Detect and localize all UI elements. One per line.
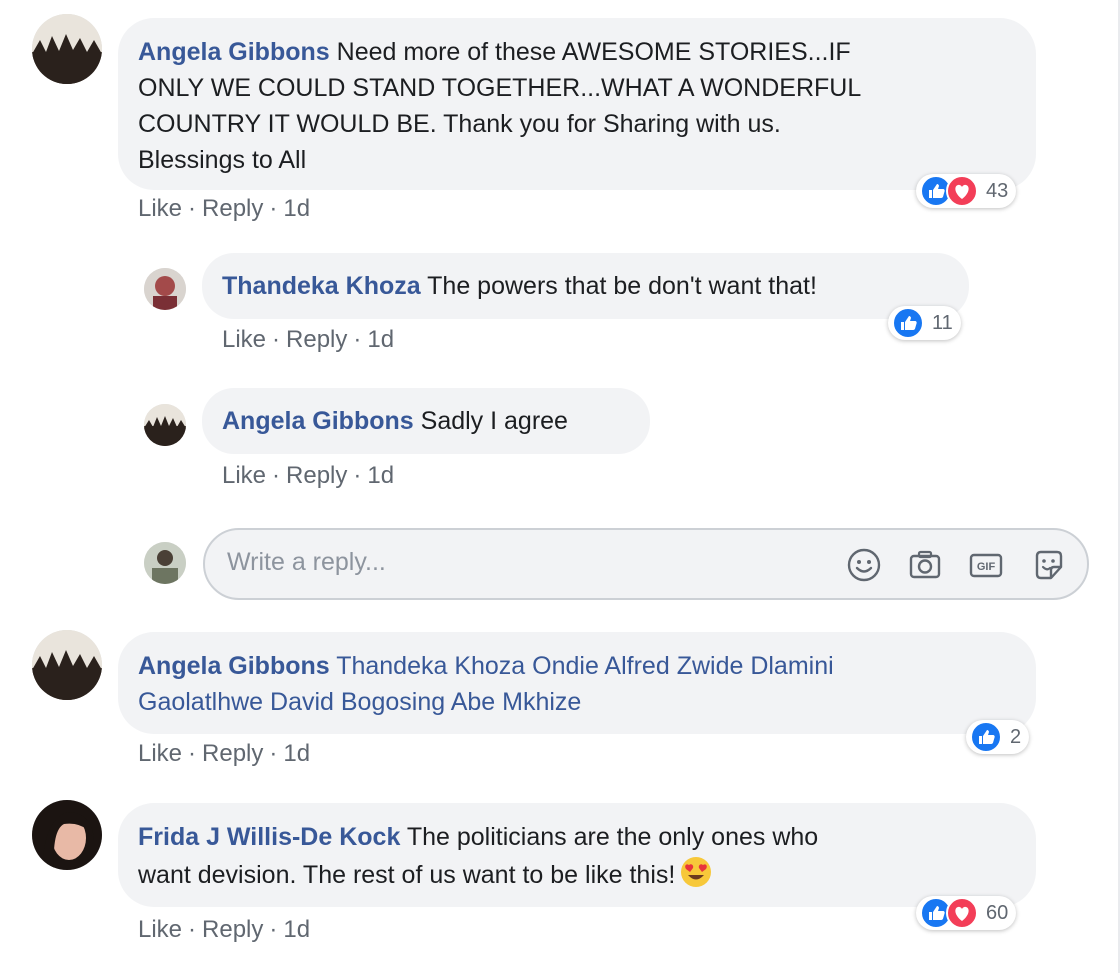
- separator: ·: [353, 326, 362, 353]
- like-link[interactable]: Like: [222, 462, 266, 489]
- reply-author[interactable]: Angela Gibbons: [222, 407, 414, 435]
- comment-text: Need more of these AWESOME STORIES...IF: [336, 38, 851, 66]
- comment-author[interactable]: Angela Gibbons: [138, 652, 330, 680]
- comment-text: ONLY WE COULD STAND TOGETHER...WHAT A WO…: [138, 74, 862, 102]
- reaction-count: 43: [986, 179, 1009, 202]
- reply-bubble: Thandeka Khoza The powers that be don't …: [202, 253, 969, 319]
- like-link[interactable]: Like: [138, 916, 182, 943]
- reply-actions: Like · Reply · 1d: [222, 462, 394, 490]
- reply-link[interactable]: Reply: [202, 195, 263, 222]
- separator: ·: [188, 916, 197, 943]
- separator: ·: [269, 740, 278, 767]
- like-link[interactable]: Like: [222, 326, 266, 353]
- timestamp[interactable]: 1d: [367, 462, 394, 489]
- reactions-summary[interactable]: 11: [888, 306, 961, 340]
- avatar[interactable]: [32, 800, 102, 870]
- like-reaction-icon: [970, 721, 1002, 753]
- separator: ·: [272, 462, 281, 489]
- comment-actions: Like · Reply · 1d: [138, 195, 310, 223]
- avatar-angela-image: [32, 14, 102, 84]
- reaction-count: 11: [932, 311, 953, 334]
- reply-input[interactable]: Write a reply... GIF: [203, 528, 1089, 600]
- reply-actions: Like · Reply · 1d: [222, 326, 394, 354]
- heart-eyes-emoji: [679, 855, 713, 889]
- timestamp[interactable]: 1d: [283, 195, 310, 222]
- reply-link[interactable]: Reply: [202, 916, 263, 943]
- comment-text: want devision. The rest of us want to be…: [138, 861, 676, 889]
- reply-link[interactable]: Reply: [286, 326, 347, 353]
- avatar[interactable]: [144, 268, 186, 310]
- emoji-icon[interactable]: [845, 546, 883, 584]
- avatar-angela-image: [144, 404, 186, 446]
- comment-bubble: Frida J Willis-De Kock The politicians a…: [118, 803, 1036, 907]
- camera-icon[interactable]: [906, 546, 944, 584]
- reply-link[interactable]: Reply: [286, 462, 347, 489]
- like-link[interactable]: Like: [138, 195, 182, 222]
- comment-text: Blessings to All: [138, 146, 307, 174]
- like-link[interactable]: Like: [138, 740, 182, 767]
- comment-bubble: Angela Gibbons Need more of these AWESOM…: [118, 18, 1036, 190]
- comment-actions: Like · Reply · 1d: [138, 740, 310, 768]
- reactions-summary[interactable]: 43: [916, 174, 1017, 208]
- separator: ·: [188, 740, 197, 767]
- comments-panel: Angela Gibbons Need more of these AWESOM…: [0, 0, 1120, 973]
- comment-actions: Like · Reply · 1d: [138, 916, 310, 944]
- avatar[interactable]: [144, 404, 186, 446]
- tagged-users[interactable]: Gaolatlhwe David Bogosing Abe Mkhize: [138, 684, 1016, 720]
- reactions-summary[interactable]: 60: [916, 896, 1017, 930]
- reactions-summary[interactable]: 2: [966, 720, 1030, 754]
- avatar[interactable]: [32, 14, 102, 84]
- separator: ·: [353, 462, 362, 489]
- avatar[interactable]: [32, 630, 102, 700]
- comment-text: COUNTRY IT WOULD BE. Thank you for Shari…: [138, 110, 781, 138]
- separator: ·: [269, 916, 278, 943]
- avatar-thandeka-image: [144, 268, 186, 310]
- reaction-count: 60: [986, 901, 1009, 924]
- avatar-current-user-image: [144, 542, 186, 584]
- svg-text:GIF: GIF: [977, 561, 996, 573]
- reply-input-placeholder: Write a reply...: [227, 548, 386, 576]
- comment-text: The politicians are the only ones who: [406, 823, 819, 851]
- tagged-users[interactable]: Thandeka Khoza Ondie Alfred Zwide Dlamin…: [336, 652, 834, 680]
- reaction-count: 2: [1010, 725, 1022, 748]
- love-reaction-icon: [946, 175, 978, 207]
- love-reaction-icon: [946, 897, 978, 929]
- avatar-angela-image: [32, 630, 102, 700]
- comment-bubble: Angela Gibbons Thandeka Khoza Ondie Alfr…: [118, 632, 1036, 734]
- reply-text: Sadly I agree: [420, 407, 568, 435]
- reply-bubble: Angela Gibbons Sadly I agree: [202, 388, 650, 454]
- sticker-icon[interactable]: [1030, 546, 1068, 584]
- like-reaction-icon: [892, 307, 924, 339]
- reply-text: The powers that be don't want that!: [427, 272, 817, 300]
- reply-link[interactable]: Reply: [202, 740, 263, 767]
- separator: ·: [188, 195, 197, 222]
- timestamp[interactable]: 1d: [283, 740, 310, 767]
- timestamp[interactable]: 1d: [367, 326, 394, 353]
- comment-author[interactable]: Frida J Willis-De Kock: [138, 823, 400, 851]
- current-user-avatar: [144, 542, 186, 584]
- timestamp[interactable]: 1d: [283, 916, 310, 943]
- separator: ·: [272, 326, 281, 353]
- reply-author[interactable]: Thandeka Khoza: [222, 272, 421, 300]
- avatar-frida-image: [32, 800, 102, 870]
- comment-author[interactable]: Angela Gibbons: [138, 38, 330, 66]
- gif-icon[interactable]: GIF: [967, 546, 1005, 584]
- separator: ·: [269, 195, 278, 222]
